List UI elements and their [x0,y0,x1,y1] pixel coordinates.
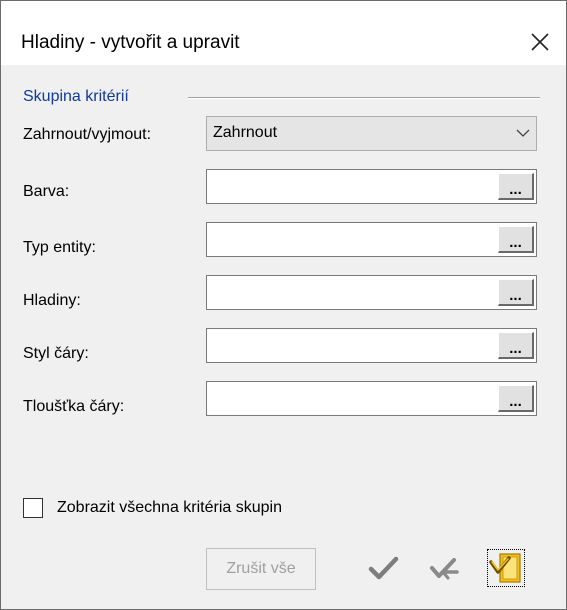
chevron-down-icon [516,129,530,137]
include-exclude-label: Zahrnout/vyjmout: [23,126,152,143]
ok-button[interactable] [364,548,404,588]
layers-label: Hladiny: [23,292,81,309]
browse-button-label: ... [509,393,522,410]
line-style-input[interactable] [207,329,497,362]
checkmark-icon [368,556,399,580]
close-button[interactable] [518,21,562,65]
include-exclude-value: Zahrnout [213,124,278,141]
browse-button-label: ... [509,340,522,357]
checkbox-box[interactable] [23,498,43,518]
line-weight-browse-button[interactable]: ... [498,385,534,412]
line-weight-field: ... [206,381,537,416]
entity-type-browse-button[interactable]: ... [498,226,534,253]
layers-field: ... [206,275,537,310]
cancel-all-button[interactable]: Zrušit vše [206,548,316,590]
browse-button-label: ... [509,181,522,198]
title-bar: Hladiny - vytvořit a upravit [1,1,566,65]
browse-button-label: ... [509,287,522,304]
line-style-field: ... [206,328,537,363]
color-label: Barva: [23,183,70,200]
line-style-browse-button[interactable]: ... [498,332,534,359]
apply-button[interactable] [486,548,526,588]
show-all-criteria-label: Zobrazit všechna kritéria skupin [57,499,282,516]
group-divider [188,97,540,99]
layers-browse-button[interactable]: ... [498,279,534,306]
color-field: ... [206,169,537,204]
layers-dialog: Hladiny - vytvořit a upravit Skupina kri… [0,0,567,610]
entity-type-field: ... [206,222,537,257]
group-title: Skupina kritérií [23,88,129,105]
window-title: Hladiny - vytvořit a upravit [21,32,240,53]
line-weight-input[interactable] [207,382,497,415]
close-icon [531,33,549,51]
undo-check-icon [430,558,459,580]
color-browse-button[interactable]: ... [498,173,534,200]
browse-button-label: ... [509,234,522,251]
line-style-label: Styl čáry: [23,345,89,362]
back-button[interactable] [424,548,464,588]
entity-type-label: Typ entity: [23,239,96,256]
color-input[interactable] [207,170,497,203]
apply-yellow-icon [489,553,521,583]
layers-input[interactable] [207,276,497,309]
line-weight-label: Tloušťka čáry: [23,398,125,415]
include-exclude-select[interactable]: Zahrnout [206,116,537,151]
entity-type-input[interactable] [207,223,497,256]
